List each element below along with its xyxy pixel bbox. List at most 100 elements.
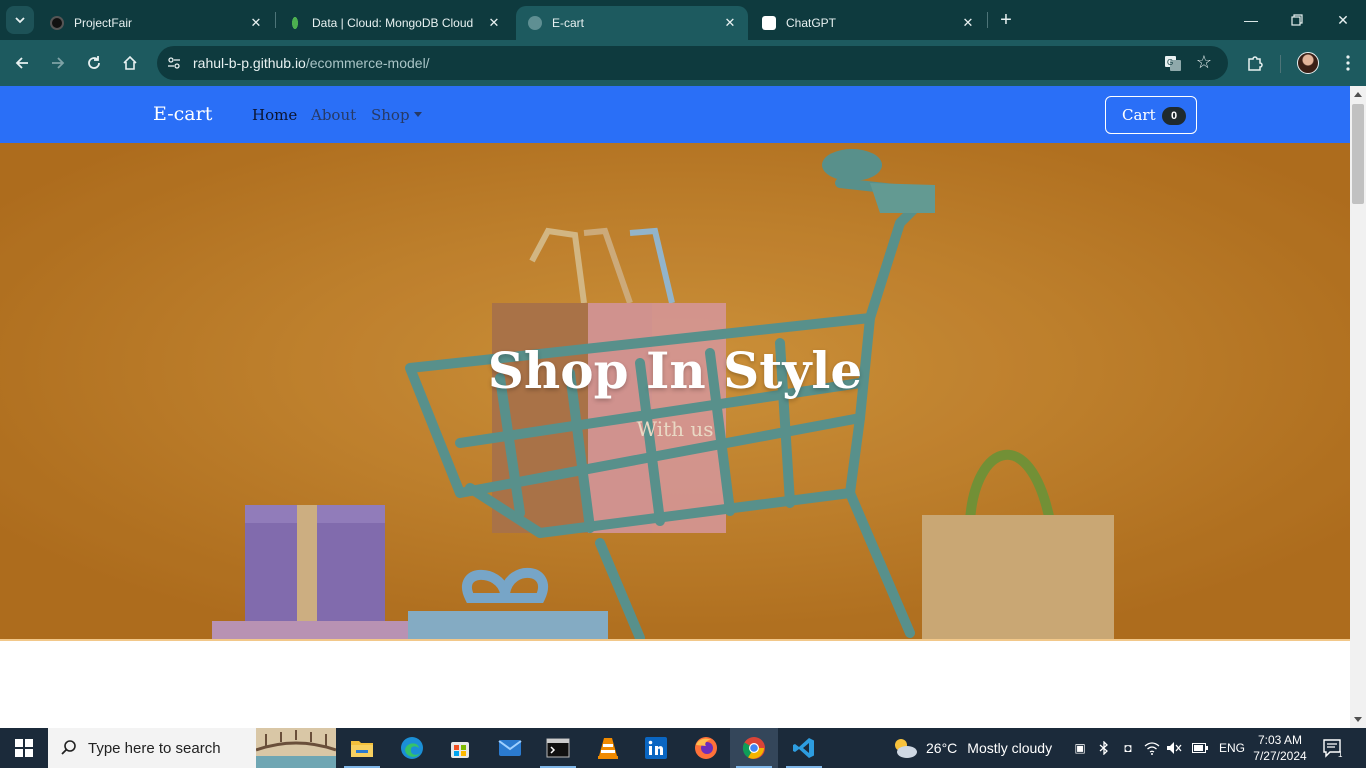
home-button[interactable]	[116, 49, 144, 77]
taskbar-linkedin[interactable]	[632, 728, 680, 768]
windows-logo-icon	[15, 739, 33, 757]
vlc-icon	[598, 738, 618, 759]
notification-center-icon[interactable]: 1	[1322, 738, 1344, 758]
globe-icon	[528, 16, 542, 30]
page-scrollbar[interactable]	[1350, 86, 1366, 728]
tab-title: E-cart	[552, 16, 585, 30]
site-navbar: E-cart Home About Shop Cart 0	[0, 86, 1350, 143]
minimize-icon: —	[1244, 12, 1258, 28]
taskbar-mail[interactable]	[486, 728, 534, 768]
reload-button[interactable]	[80, 49, 108, 77]
taskbar-firefox[interactable]	[682, 728, 730, 768]
bluetooth-icon[interactable]	[1096, 740, 1112, 756]
clock-date: 7/27/2024	[1253, 749, 1307, 763]
vscode-icon	[793, 738, 814, 758]
cart-button[interactable]: Cart 0	[1105, 96, 1197, 134]
mongodb-leaf-icon	[288, 16, 302, 30]
arrow-left-icon	[15, 57, 28, 69]
close-icon: ✕	[1337, 11, 1349, 28]
tab-title: Data | Cloud: MongoDB Cloud	[312, 16, 474, 30]
forward-button[interactable]	[44, 49, 72, 77]
tab-projectfair[interactable]: ProjectFair ✕	[38, 6, 274, 40]
taskbar-vscode[interactable]	[780, 728, 828, 768]
notification-count: 1	[1338, 750, 1343, 758]
weather-description: Mostly cloudy	[967, 740, 1053, 756]
windows-taskbar: Type here to search 26°C Mostly cloudy ▣…	[0, 728, 1366, 768]
puzzle-icon	[1248, 56, 1263, 71]
address-bar[interactable]: rahul-b-p.github.io/ecommerce-model/ G ☆	[157, 46, 1228, 80]
tab-ecart[interactable]: E-cart ✕	[516, 6, 748, 40]
taskbar-terminal[interactable]	[534, 728, 582, 768]
projectfair-favicon-icon	[50, 16, 64, 30]
nav-shop-label: Shop	[371, 106, 410, 124]
nav-about-link[interactable]: About	[311, 106, 356, 124]
bookmark-star-icon[interactable]: ☆	[1194, 52, 1214, 72]
site-brand[interactable]: E-cart	[153, 103, 212, 125]
svg-text:G: G	[1167, 58, 1173, 67]
hero-subtitle: With us	[636, 417, 714, 441]
taskbar-edge[interactable]	[388, 728, 436, 768]
url-text: rahul-b-p.github.io/ecommerce-model/	[193, 55, 430, 71]
taskbar-file-explorer[interactable]	[338, 728, 386, 768]
scroll-thumb[interactable]	[1352, 104, 1364, 204]
browser-menu-button[interactable]	[1336, 51, 1360, 75]
close-icon[interactable]: ✕	[722, 15, 738, 31]
terminal-icon	[546, 738, 570, 758]
battery-icon[interactable]	[1192, 740, 1208, 756]
taskbar-vlc[interactable]	[584, 728, 632, 768]
mail-icon	[498, 740, 522, 756]
partly-cloudy-icon	[895, 739, 917, 758]
browser-toolbar: rahul-b-p.github.io/ecommerce-model/ G ☆	[0, 40, 1366, 86]
tab-title: ChatGPT	[786, 16, 837, 30]
page-viewport: E-cart Home About Shop Cart 0 Shop In St…	[0, 86, 1350, 728]
translate-icon[interactable]: G	[1164, 54, 1182, 72]
wifi-icon[interactable]	[1144, 740, 1160, 756]
nav-shop-dropdown[interactable]: Shop	[371, 106, 422, 124]
arrow-right-icon	[52, 57, 65, 69]
taskbar-chrome[interactable]	[730, 728, 778, 768]
back-button[interactable]	[8, 49, 36, 77]
cart-count-badge: 0	[1162, 107, 1186, 125]
weather-widget[interactable]: 26°C Mostly cloudy	[892, 728, 1052, 768]
taskbar-search-box[interactable]: Type here to search	[48, 728, 336, 768]
camera-tray-icon[interactable]: ◘	[1120, 740, 1136, 756]
profile-avatar[interactable]	[1297, 52, 1319, 74]
clock-time: 7:03 AM	[1257, 733, 1303, 747]
file-explorer-icon	[351, 741, 373, 757]
chrome-icon	[742, 737, 765, 759]
start-button[interactable]	[0, 728, 48, 768]
new-tab-button[interactable]: +	[994, 8, 1018, 32]
extensions-button[interactable]	[1243, 51, 1267, 75]
caret-down-icon	[413, 111, 422, 117]
nav-home-link[interactable]: Home	[252, 106, 297, 124]
restore-button[interactable]	[1274, 0, 1320, 40]
input-language[interactable]: ENG	[1219, 741, 1245, 755]
url-path: /ecommerce-model/	[305, 55, 430, 71]
url-host: rahul-b-p.github.io	[193, 55, 306, 71]
edge-icon	[401, 737, 423, 759]
close-icon[interactable]: ✕	[960, 15, 976, 31]
tab-title: ProjectFair	[74, 16, 133, 30]
minimize-button[interactable]: —	[1228, 0, 1274, 40]
scroll-up-icon[interactable]	[1354, 92, 1362, 97]
chevron-down-icon	[15, 17, 25, 24]
scroll-down-icon[interactable]	[1354, 717, 1362, 722]
search-highlight-bridge-icon	[256, 728, 336, 768]
volume-muted-icon[interactable]	[1166, 740, 1182, 756]
tab-divider	[987, 12, 988, 28]
firefox-icon	[695, 737, 717, 759]
close-icon[interactable]: ✕	[486, 15, 502, 31]
reload-icon	[88, 56, 100, 69]
taskbar-store[interactable]	[436, 728, 484, 768]
tab-search-button[interactable]	[6, 6, 34, 34]
restore-icon	[1291, 14, 1303, 26]
weather-temperature: 26°C	[926, 740, 958, 756]
search-placeholder: Type here to search	[88, 740, 221, 757]
monitor-tray-icon[interactable]: ▣	[1072, 740, 1088, 756]
close-window-button[interactable]: ✕	[1320, 0, 1366, 40]
system-clock[interactable]: 7:03 AM 7/27/2024	[1250, 732, 1310, 764]
tab-mongodb[interactable]: Data | Cloud: MongoDB Cloud ✕	[276, 6, 512, 40]
tab-chatgpt[interactable]: ChatGPT ✕	[750, 6, 986, 40]
site-settings-icon[interactable]	[165, 54, 183, 72]
close-icon[interactable]: ✕	[248, 15, 264, 31]
